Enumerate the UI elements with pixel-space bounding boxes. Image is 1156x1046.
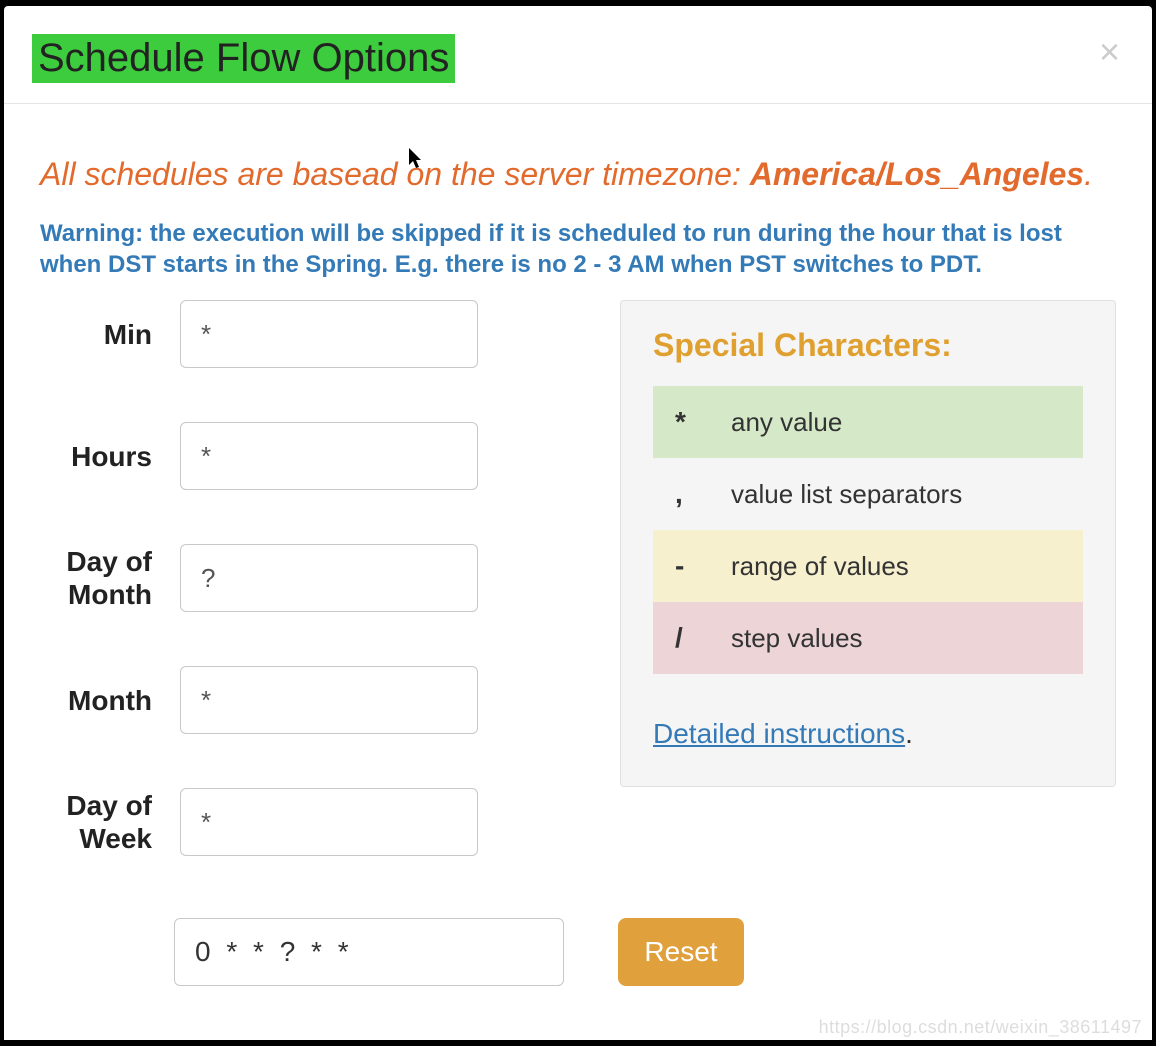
- input-month[interactable]: [180, 666, 478, 734]
- field-row-dom: Day of Month: [40, 544, 560, 612]
- timezone-message: All schedules are basead on the server t…: [40, 154, 1116, 194]
- special-row-asterisk: * any value: [653, 386, 1083, 458]
- modal-window: Schedule Flow Options × All schedules ar…: [4, 6, 1152, 1040]
- modal-header: Schedule Flow Options ×: [4, 6, 1152, 104]
- detailed-instructions-link[interactable]: Detailed instructions: [653, 718, 905, 749]
- cron-fields: Min Hours Day of Month Month Day of Week: [40, 300, 560, 910]
- modal-title: Schedule Flow Options: [32, 34, 455, 83]
- special-sym: -: [675, 550, 731, 582]
- field-row-dow: Day of Week: [40, 788, 560, 856]
- dst-warning: Warning: the execution will be skipped i…: [40, 218, 1116, 280]
- special-characters-title: Special Characters:: [653, 327, 1083, 364]
- label-min: Min: [40, 318, 180, 352]
- detailed-instructions-dot: .: [905, 718, 913, 749]
- timezone-suffix: .: [1084, 156, 1093, 192]
- input-dow[interactable]: [180, 788, 478, 856]
- field-row-month: Month: [40, 666, 560, 734]
- special-sym: ,: [675, 478, 731, 510]
- detailed-instructions: Detailed instructions.: [653, 718, 1083, 750]
- label-dow: Day of Week: [40, 789, 180, 856]
- cron-expression-input[interactable]: [174, 918, 564, 986]
- special-sym: *: [675, 406, 731, 438]
- modal-body: All schedules are basead on the server t…: [4, 104, 1152, 1006]
- reset-button[interactable]: Reset: [618, 918, 744, 986]
- special-desc: any value: [731, 407, 842, 438]
- form-area: Min Hours Day of Month Month Day of Week: [40, 300, 1116, 910]
- special-characters-panel: Special Characters: * any value , value …: [620, 300, 1116, 787]
- special-row-comma: , value list separators: [653, 458, 1083, 530]
- input-hours[interactable]: [180, 422, 478, 490]
- special-row-slash: / step values: [653, 602, 1083, 674]
- timezone-prefix: All schedules are basead on the server t…: [40, 156, 750, 192]
- label-hours: Hours: [40, 440, 180, 474]
- close-icon[interactable]: ×: [1095, 34, 1124, 70]
- field-row-hours: Hours: [40, 422, 560, 490]
- label-dom: Day of Month: [40, 545, 180, 612]
- input-dom[interactable]: [180, 544, 478, 612]
- special-desc: range of values: [731, 551, 909, 582]
- cron-summary-row: Reset: [174, 918, 1116, 986]
- special-row-dash: - range of values: [653, 530, 1083, 602]
- special-desc: step values: [731, 623, 863, 654]
- timezone-name: America/Los_Angeles: [750, 156, 1084, 192]
- label-month: Month: [40, 684, 180, 718]
- field-row-min: Min: [40, 300, 560, 368]
- watermark-text: https://blog.csdn.net/weixin_38611497: [819, 1017, 1142, 1038]
- special-desc: value list separators: [731, 479, 962, 510]
- input-min[interactable]: [180, 300, 478, 368]
- special-sym: /: [675, 622, 731, 654]
- special-characters-table: * any value , value list separators - ra…: [653, 386, 1083, 674]
